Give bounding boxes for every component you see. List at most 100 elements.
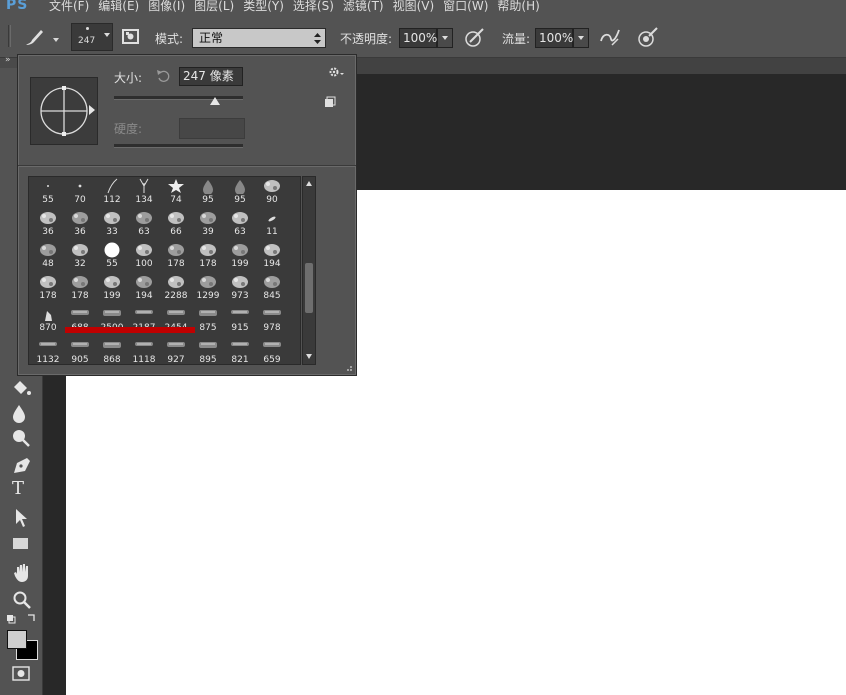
brush-tip-icon (40, 212, 56, 224)
brush-preset[interactable]: 978 (256, 303, 288, 335)
brush-tip-icon (104, 242, 120, 258)
brush-preset[interactable]: 915 (224, 303, 256, 335)
menu-help[interactable]: 帮助(H) (497, 0, 539, 14)
pressure-opacity-icon[interactable] (464, 26, 486, 48)
brush-grid-scrollbar[interactable] (302, 176, 316, 365)
brush-preset[interactable]: 74 (160, 177, 192, 207)
flow-dropdown-button[interactable] (573, 28, 589, 48)
collapse-icon[interactable]: » (5, 55, 11, 65)
brush-preset[interactable]: 659 (256, 335, 288, 364)
brush-preset[interactable]: 63 (128, 207, 160, 239)
brush-preset[interactable]: 199 (224, 239, 256, 271)
brush-preset[interactable]: 927 (160, 335, 192, 365)
brush-tip-icon (72, 212, 88, 224)
type-tool-icon[interactable]: T (12, 478, 24, 499)
brush-preset[interactable]: 194 (256, 239, 288, 271)
brush-preset[interactable]: 905 (64, 335, 96, 364)
brush-preset[interactable]: 1299 (192, 271, 224, 303)
brush-size-label: 927 (167, 355, 185, 365)
brush-preset[interactable]: 36 (32, 207, 64, 239)
brush-preset[interactable]: 11 (256, 207, 288, 239)
brush-preset[interactable]: 845 (256, 271, 288, 303)
menu-layer[interactable]: 图层(L) (194, 0, 234, 14)
brush-preset[interactable]: 95 (192, 177, 224, 207)
blur-tool-icon[interactable] (11, 403, 31, 423)
menu-view[interactable]: 视图(V) (393, 0, 435, 14)
brush-preset[interactable]: 973 (224, 271, 256, 303)
brush-tool-preset-icon[interactable] (22, 26, 62, 48)
path-selection-tool-icon[interactable] (14, 508, 32, 528)
brush-preset[interactable]: 55 (32, 177, 64, 207)
brush-preset[interactable]: 870 (32, 303, 64, 335)
paint-bucket-tool-icon[interactable] (10, 378, 34, 398)
hand-tool-icon[interactable] (12, 562, 34, 584)
brush-preset[interactable]: 821 (224, 335, 256, 364)
menu-type[interactable]: 类型(Y) (243, 0, 284, 14)
brush-tip-icon (168, 179, 184, 193)
zoom-tool-icon[interactable] (12, 590, 34, 610)
swap-colors-icon[interactable] (6, 612, 36, 626)
brush-tip-icon (139, 178, 149, 193)
brush-preset[interactable]: 39 (192, 207, 224, 239)
opacity-dropdown-button[interactable] (437, 28, 453, 48)
brush-preset[interactable]: 1118 (128, 335, 160, 364)
brush-preset[interactable]: 95 (224, 177, 256, 207)
brush-preset[interactable]: 70 (64, 177, 96, 207)
menu-image[interactable]: 图像(I) (148, 0, 185, 14)
brush-preset[interactable]: 868 (96, 335, 128, 364)
brush-size-label: 33 (106, 227, 118, 237)
brush-preset[interactable]: 199 (96, 271, 128, 303)
brush-preset[interactable]: 895 (192, 335, 224, 364)
brush-preset[interactable]: 100 (128, 239, 160, 271)
brush-tip-icon (200, 212, 216, 224)
reset-size-icon[interactable] (156, 69, 172, 83)
opacity-input[interactable]: 100% (399, 28, 437, 48)
brush-angle-preview-icon[interactable] (31, 78, 97, 144)
brush-panel-toggle-icon[interactable] (121, 27, 141, 47)
brush-preset[interactable]: 33 (96, 207, 128, 239)
brush-preset[interactable]: 48 (32, 239, 64, 271)
brush-preset[interactable]: 1132 (32, 335, 64, 364)
brush-preset[interactable]: 112 (96, 177, 128, 207)
blend-mode-select[interactable]: 正常 (192, 28, 326, 48)
brush-preset[interactable]: 178 (64, 271, 96, 303)
menu-file[interactable]: 文件(F) (49, 0, 89, 14)
brush-preset[interactable]: 178 (192, 239, 224, 271)
brush-preset[interactable]: 36 (64, 207, 96, 239)
brush-preset[interactable]: 194 (128, 271, 160, 303)
new-preset-icon[interactable] (324, 96, 336, 108)
pen-tool-icon[interactable] (11, 455, 33, 477)
size-input[interactable]: 247 像素 (179, 67, 243, 86)
brush-preset[interactable]: 55 (96, 239, 128, 271)
brush-preset[interactable]: 178 (32, 271, 64, 303)
menu-select[interactable]: 选择(S) (293, 0, 334, 14)
ps-logo: PS (6, 0, 29, 13)
rectangle-tool-icon[interactable] (12, 536, 32, 552)
flow-input[interactable]: 100% (535, 28, 573, 48)
resize-grip-icon[interactable] (344, 363, 353, 372)
scroll-up-icon[interactable] (306, 181, 312, 186)
gear-icon[interactable] (328, 65, 346, 79)
pressure-size-icon[interactable] (637, 26, 659, 48)
brush-preset[interactable]: 90 (256, 177, 288, 207)
size-slider[interactable] (114, 96, 243, 100)
dodge-tool-icon[interactable] (11, 428, 33, 448)
brush-preset[interactable]: 32 (64, 239, 96, 271)
quick-mask-icon[interactable] (12, 666, 32, 682)
menu-filter[interactable]: 滤镜(T) (343, 0, 384, 14)
menu-window[interactable]: 窗口(W) (443, 0, 488, 14)
foreground-color-swatch[interactable] (7, 630, 27, 649)
brush-preset[interactable]: 63 (224, 207, 256, 239)
menu-edit[interactable]: 编辑(E) (98, 0, 139, 14)
airbrush-icon[interactable] (598, 27, 622, 47)
size-slider-thumb[interactable] (209, 97, 220, 105)
brush-size-label: 194 (135, 291, 153, 301)
brush-preset[interactable]: 66 (160, 207, 192, 239)
brush-size-picker-button[interactable]: 247 (71, 23, 113, 51)
scrollbar-thumb[interactable] (305, 263, 313, 313)
brush-preset[interactable]: 875 (192, 303, 224, 335)
scroll-down-icon[interactable] (306, 354, 312, 359)
brush-preset[interactable]: 134 (128, 177, 160, 207)
brush-preset[interactable]: 178 (160, 239, 192, 271)
brush-preset[interactable]: 2288 (160, 271, 192, 303)
